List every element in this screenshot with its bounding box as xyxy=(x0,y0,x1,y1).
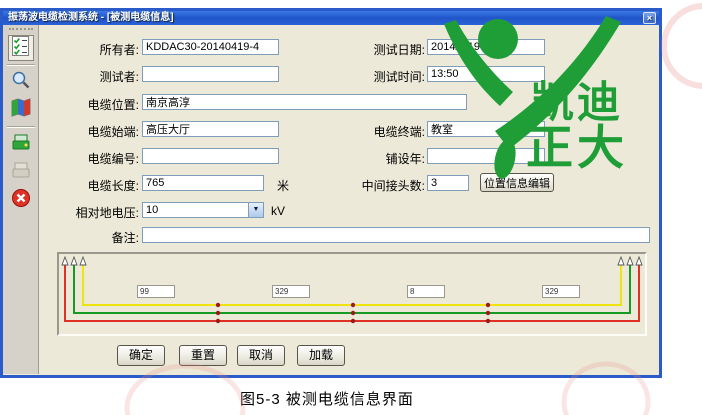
owner-label: 所有者: xyxy=(47,41,139,58)
cable-length-unit: 米 xyxy=(277,177,289,194)
joint-dot xyxy=(216,303,220,307)
device-tool-button[interactable] xyxy=(8,131,34,157)
joint-dot xyxy=(351,319,355,323)
cable-terminal-arrows-right xyxy=(618,257,642,265)
cable-info-form: 所有者: 测试日期: 测试者: 测试时间: 电缆位置: 电缆始端: 电缆终端: … xyxy=(39,25,659,374)
joint-count-label: 中间接头数: xyxy=(349,177,425,194)
left-toolbar xyxy=(3,25,39,374)
map-tool-button[interactable] xyxy=(8,97,34,123)
tester-label: 测试者: xyxy=(47,68,139,85)
segment-length-box[interactable]: 99 xyxy=(137,285,175,298)
test-date-label: 测试日期: xyxy=(349,41,425,58)
cable-start-input[interactable] xyxy=(142,121,279,137)
joint-dot xyxy=(486,319,490,323)
search-icon xyxy=(11,70,31,95)
cable-location-input[interactable] xyxy=(142,94,467,110)
cable-diagram-panel: 99 329 8 329 xyxy=(57,252,647,336)
position-edit-button[interactable]: 位置信息编辑 xyxy=(480,173,554,192)
window-title: 振荡波电缆检测系统 - [被测电缆信息] xyxy=(8,12,174,23)
map-icon xyxy=(11,98,31,123)
cable-length-label: 电缆长度: xyxy=(47,177,139,194)
titlebar[interactable]: 振荡波电缆检测系统 - [被测电缆信息] × xyxy=(3,11,659,25)
checklist-icon xyxy=(11,36,31,61)
cable-number-input[interactable] xyxy=(142,148,279,164)
laying-year-label: 铺设年: xyxy=(349,150,425,167)
cable-terminal-arrows-left xyxy=(62,257,86,265)
device-icon-disabled xyxy=(11,160,31,185)
toolbar-gripper[interactable] xyxy=(9,28,33,32)
cable-info-tool-button[interactable] xyxy=(8,35,34,61)
joint-dot xyxy=(351,311,355,315)
remarks-input[interactable] xyxy=(142,227,650,243)
joint-dot xyxy=(486,311,490,315)
joint-dot xyxy=(486,303,490,307)
close-button[interactable]: × xyxy=(643,12,656,24)
cable-number-label: 电缆编号: xyxy=(47,150,139,167)
toolbar-separator xyxy=(7,64,35,66)
owner-input[interactable] xyxy=(142,39,279,55)
voltage-select-value[interactable] xyxy=(142,202,264,218)
test-time-label: 测试时间: xyxy=(349,68,425,85)
search-tool-button[interactable] xyxy=(8,69,34,95)
segment-length-box[interactable]: 329 xyxy=(542,285,580,298)
segment-length-box[interactable]: 8 xyxy=(407,285,445,298)
device-tool-button-disabled xyxy=(8,159,34,185)
joint-count-input[interactable] xyxy=(427,175,469,191)
segment-length-box[interactable]: 329 xyxy=(272,285,310,298)
stop-tool-button[interactable] xyxy=(8,187,34,213)
voltage-unit: kV xyxy=(271,204,285,218)
cancel-button[interactable]: 取消 xyxy=(237,345,285,366)
reset-button[interactable]: 重置 xyxy=(179,345,227,366)
app-window: 振荡波电缆检测系统 - [被测电缆信息] × xyxy=(0,8,662,378)
device-icon xyxy=(11,132,31,157)
cable-length-input[interactable] xyxy=(142,175,264,191)
voltage-dropdown-button[interactable]: ▼ xyxy=(248,202,264,218)
joint-dot xyxy=(216,319,220,323)
remarks-label: 备注: xyxy=(47,229,139,246)
load-button[interactable]: 加载 xyxy=(297,345,345,366)
ok-button[interactable]: 确定 xyxy=(117,345,165,366)
figure-caption: 图5-3 被测电缆信息界面 xyxy=(240,388,414,409)
cable-start-label: 电缆始端: xyxy=(47,123,139,140)
cable-location-label: 电缆位置: xyxy=(47,96,139,113)
tester-input[interactable] xyxy=(142,66,279,82)
toolbar-separator xyxy=(7,126,35,128)
test-date-input[interactable] xyxy=(427,39,545,55)
joint-dot xyxy=(216,311,220,315)
test-time-input[interactable] xyxy=(427,66,545,82)
laying-year-input[interactable] xyxy=(427,148,545,164)
stop-icon xyxy=(11,188,31,213)
voltage-label: 相对地电压: xyxy=(47,204,139,221)
joint-dot xyxy=(351,303,355,307)
cable-end-input[interactable] xyxy=(427,121,545,137)
cable-end-label: 电缆终端: xyxy=(349,123,425,140)
